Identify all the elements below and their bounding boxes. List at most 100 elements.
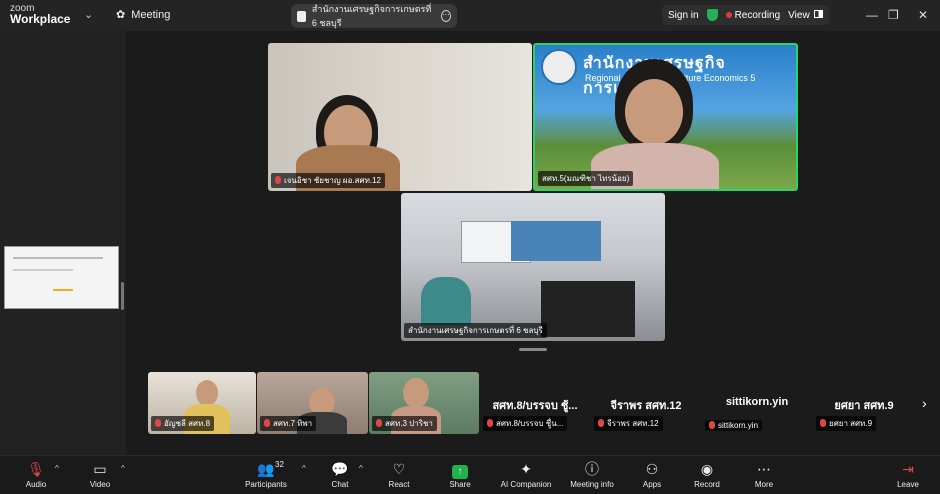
participant-display-name: sittikorn.yin <box>725 396 789 408</box>
brand-bottom: Workplace <box>10 12 71 26</box>
thumb-line <box>53 289 73 291</box>
video-label: Video <box>89 480 111 489</box>
more-icon: ⋯ <box>757 461 771 477</box>
apps-button[interactable]: ⚇ Apps <box>638 459 666 489</box>
mic-off-icon <box>155 419 161 427</box>
meeting-toolbar: 🎙 Audio ^ ▭ Video ^ 👥 Participants 32 ^ … <box>0 455 940 494</box>
strip-name-tile[interactable]: ยศยา สศท.9 ยศยา สศท.9 <box>813 372 915 434</box>
ai-companion-button[interactable]: ✦ AI Companion <box>496 459 556 489</box>
chevron-right-icon[interactable]: › <box>922 395 927 411</box>
more-button[interactable]: ⋯ More <box>750 459 778 489</box>
audio-label: Audio <box>25 480 47 489</box>
thumb-line <box>13 257 103 259</box>
strip-video-tile[interactable]: สศท.7 ทิพา <box>257 372 368 434</box>
participant-label: สศท.7 ทิพา <box>260 416 317 431</box>
meeting-label: Meeting <box>131 8 171 21</box>
maximize-icon[interactable]: ❐ <box>888 8 899 22</box>
participant-name: อัญชลี สศท.8 <box>164 419 211 428</box>
strip-video-tile[interactable]: อัญชลี สศท.8 <box>148 372 256 434</box>
participants-label: Participants <box>245 480 287 489</box>
audio-button[interactable]: 🎙 Audio <box>20 459 52 489</box>
strip-name-tile[interactable]: sittikorn.yin sittikorn.yin <box>702 372 812 434</box>
shield-icon[interactable] <box>706 9 718 21</box>
participants-button[interactable]: 👥 Participants <box>240 459 292 489</box>
doc-tab-title: สำนักงานเศรษฐกิจการเกษตรที่ 6 ชลบุรี <box>311 4 432 28</box>
sparkle-icon: ✦ <box>520 461 532 477</box>
room-person <box>421 277 471 325</box>
heart-icon: ♡ <box>392 461 406 477</box>
chevron-up-icon[interactable]: ^ <box>302 464 306 473</box>
strip-name-tile[interactable]: จีราพร สศท.12 จีราพร สศท.12 <box>591 372 701 434</box>
react-button[interactable]: ♡ React <box>384 459 414 489</box>
participant-name: สศท.8/บรรจบ ชูื่น... <box>496 419 564 428</box>
apps-icon: ⚇ <box>645 461 659 477</box>
participant-name: สศท.5(มณฑิชา ไทรน้อย) <box>542 174 630 183</box>
share-button[interactable]: ↑ Share <box>446 459 474 489</box>
participant-label: สศท.8/บรรจบ ชูื่น... <box>483 416 568 431</box>
mic-off-icon <box>376 419 382 427</box>
chevron-down-icon[interactable]: ⌄ <box>84 8 93 21</box>
info-icon: ⓘ <box>585 461 599 477</box>
participant-display-name: ยศยา สศท.9 <box>834 400 894 412</box>
participant-label: สศท.5(มณฑิชา ไทรน้อย) <box>538 171 634 186</box>
participant-name: สศท.7 ทิพา <box>273 419 313 428</box>
paw-icon: ✿ <box>116 9 126 21</box>
strip-name-tile[interactable]: สศท.8/บรรจบ ชู้... สศท.8/บรรจบ ชูื่น... <box>480 372 590 434</box>
shared-screen-thumbnail[interactable] <box>4 246 119 309</box>
mic-off-icon <box>275 176 281 184</box>
chevron-up-icon[interactable]: ^ <box>121 464 125 473</box>
gallery-drag-handle[interactable] <box>519 348 547 351</box>
leave-button[interactable]: ⇥ Leave <box>894 459 922 489</box>
participant-face <box>196 380 218 406</box>
close-icon[interactable]: ✕ <box>918 8 928 22</box>
zoom-logo[interactable]: zoom Workplace <box>10 3 70 25</box>
chevron-up-icon[interactable]: ^ <box>55 464 59 473</box>
chat-button[interactable]: 💬 Chat <box>326 459 354 489</box>
record-dot-icon <box>725 11 732 18</box>
participant-label: สศท.3 ปาริชา <box>372 416 437 431</box>
participant-name: สศท.3 ปาริชา <box>385 419 433 428</box>
participant-label: จีราพร สศท.12 <box>594 416 663 431</box>
video-tile-active-speaker[interactable]: สำนักงานเศรษฐกิจการเกษตรที่ 5 Regional O… <box>533 43 798 191</box>
participant-name: sittikorn.yin <box>718 421 759 430</box>
meeting-tab[interactable]: ✿ Meeting <box>116 8 171 22</box>
panel-resize-handle[interactable] <box>121 282 124 310</box>
sign-in-button[interactable]: Sign in <box>668 10 699 21</box>
more-label: More <box>754 480 774 489</box>
react-label: React <box>388 480 410 489</box>
room-screen <box>511 221 601 261</box>
doc-tab[interactable]: สำนักงานเศรษฐกิจการเกษตรที่ 6 ชลบุรี ··· <box>291 4 457 28</box>
video-tile[interactable]: สำนักงานเศรษฐกิจการเกษตรที่ 6 ชลบุรี <box>401 193 665 341</box>
participant-name: สำนักงานเศรษฐกิจการเกษตรที่ 6 ชลบุรี <box>408 326 543 335</box>
recording-label: Recording <box>734 9 781 21</box>
camera-icon: ▭ <box>93 461 107 477</box>
more-icon[interactable]: ··· <box>440 10 451 22</box>
mic-off-icon: 🎙 <box>27 461 45 477</box>
participant-name: จีราพร สศท.12 <box>607 419 659 428</box>
mic-off-icon <box>709 421 715 429</box>
chat-icon: 💬 <box>331 461 349 477</box>
record-label: Record <box>694 480 720 489</box>
mic-off-icon <box>264 419 270 427</box>
thumb-line <box>13 269 73 271</box>
record-button[interactable]: ◉ Record <box>692 459 722 489</box>
leave-icon: ⇥ <box>902 461 914 477</box>
participant-display-name: สศท.8/บรรจบ ชู้... <box>492 400 578 412</box>
video-button[interactable]: ▭ Video <box>84 459 116 489</box>
meeting-info-button[interactable]: ⓘ Meeting info <box>566 459 618 489</box>
agency-seal-icon <box>541 49 577 85</box>
mic-off-icon <box>598 419 604 427</box>
participant-label: sittikorn.yin <box>705 420 763 431</box>
minimize-icon[interactable]: — <box>866 8 878 22</box>
participants-count: 32 <box>275 460 284 469</box>
participant-label: ยศยา สศท.9 <box>816 416 877 431</box>
participant-face <box>625 79 683 145</box>
recording-indicator[interactable]: Recording <box>725 9 781 21</box>
chevron-up-icon[interactable]: ^ <box>359 464 363 473</box>
strip-video-tile[interactable]: สศท.3 ปาริชา <box>369 372 479 434</box>
participant-display-name: จีราพร สศท.12 <box>610 400 682 412</box>
apps-label: Apps <box>642 480 662 489</box>
video-tile[interactable]: เจนอิชา ชัยชาญ ผอ.สศท.12 <box>268 43 532 191</box>
share-screen-icon: ↑ <box>446 459 474 479</box>
view-button[interactable]: View <box>788 9 823 21</box>
